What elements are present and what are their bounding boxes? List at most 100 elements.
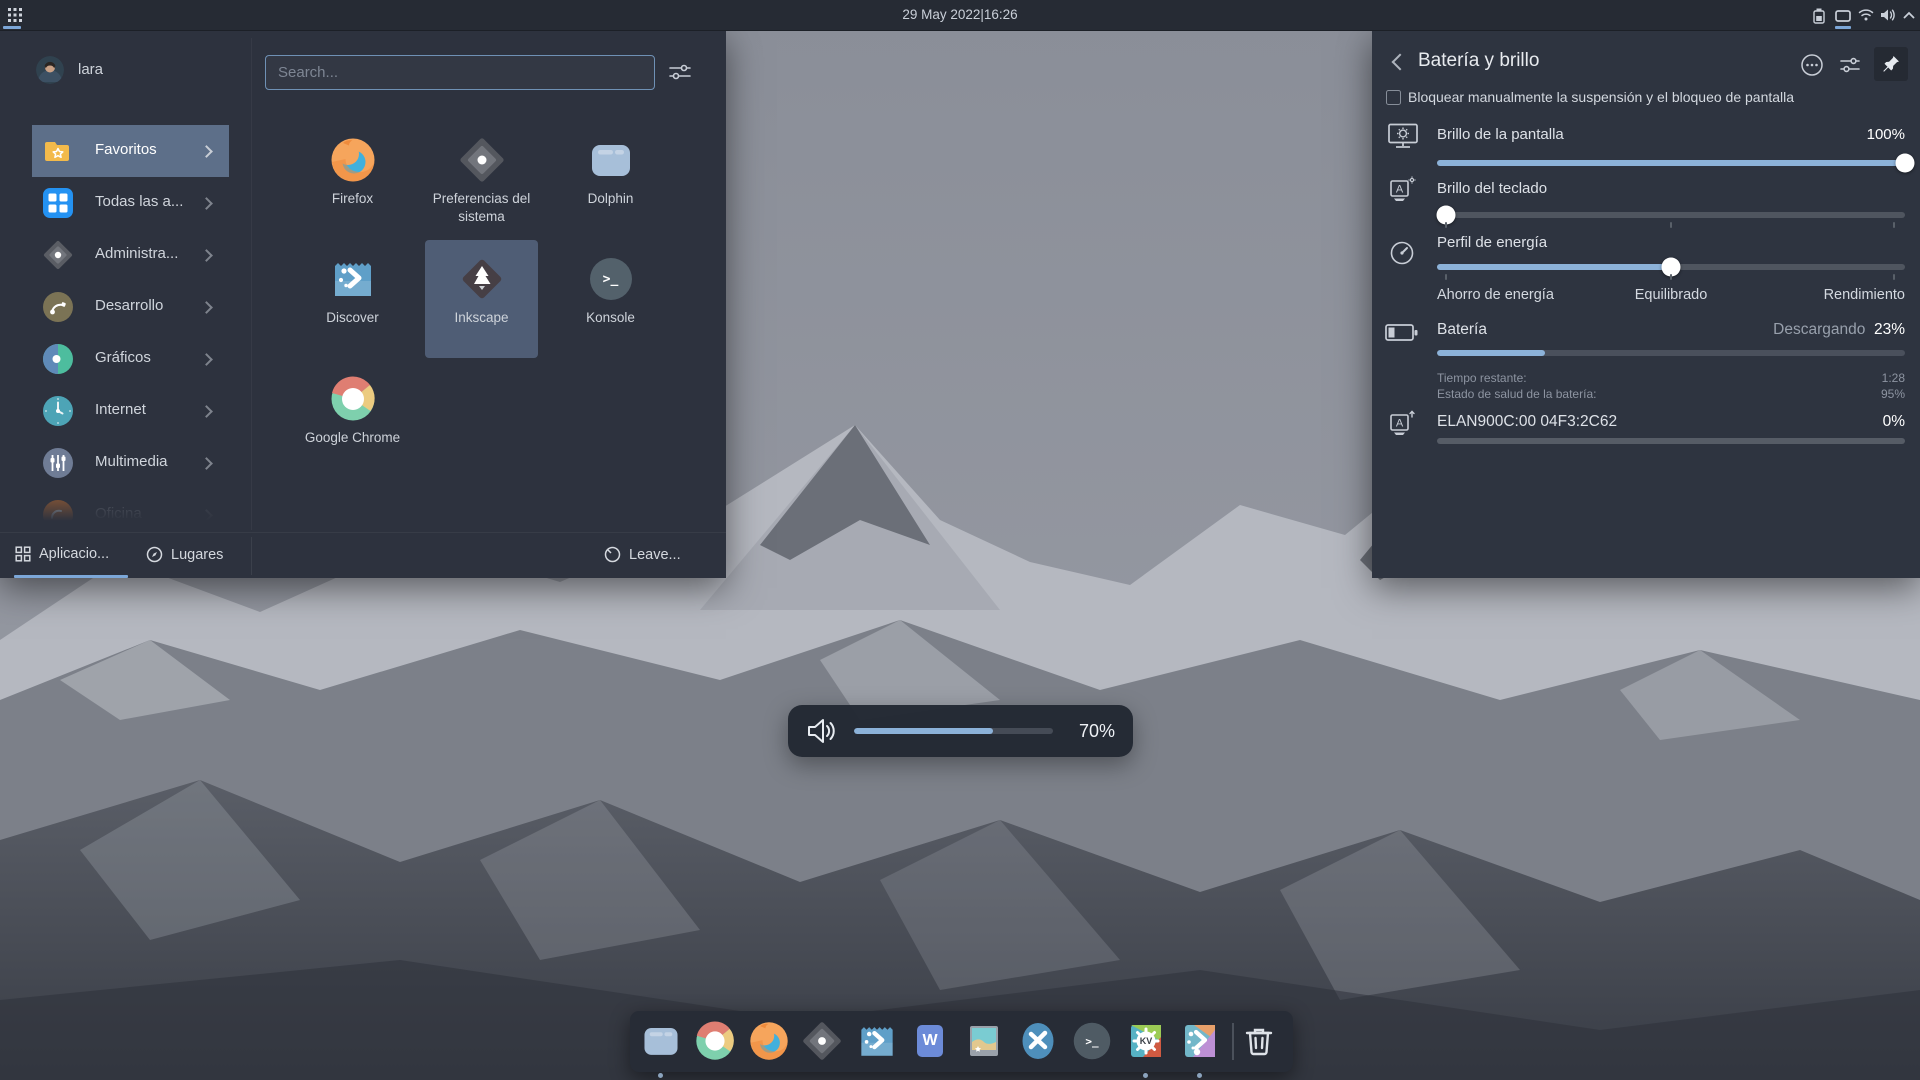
all-apps-grid-icon — [43, 188, 73, 218]
app-label: Firefox — [332, 190, 373, 208]
sidebar-item-internet[interactable]: Internet — [0, 385, 251, 437]
app-firefox[interactable]: Firefox — [296, 121, 409, 239]
ellipsis-circle-icon — [1800, 53, 1824, 77]
compass-icon — [146, 546, 163, 563]
battery-progress-fill — [1437, 350, 1545, 356]
sidebar-item-all-applications[interactable]: Todas las a... — [0, 177, 251, 229]
search-input[interactable] — [265, 55, 655, 90]
app-label: Google Chrome — [305, 429, 400, 447]
slider-tick — [1670, 222, 1672, 228]
avatar[interactable] — [36, 56, 64, 84]
system-settings-icon — [459, 137, 505, 183]
pin-icon — [1881, 54, 1901, 74]
tray-expand-caret-icon[interactable] — [1903, 11, 1915, 19]
vscode-icon — [1018, 1021, 1058, 1061]
sidebar-item-graphics[interactable]: Gráficos — [0, 333, 251, 385]
option-balanced[interactable]: Equilibrado — [1635, 287, 1708, 303]
display-tray-icon[interactable] — [1835, 10, 1851, 22]
favorites-folder-icon — [43, 136, 73, 166]
active-tab-underline — [14, 575, 128, 578]
lock-suspend-checkbox[interactable] — [1386, 90, 1401, 105]
configure-button[interactable] — [1839, 56, 1861, 74]
slider-handle[interactable] — [1896, 154, 1915, 173]
category-label: Internet — [95, 401, 146, 418]
battery-status: Descargando 23% — [1773, 321, 1905, 339]
leave-icon — [604, 546, 621, 563]
sidebar-item-development[interactable]: Desarrollo — [0, 281, 251, 333]
user-name: lara — [78, 61, 103, 78]
dock-item-firefox[interactable] — [749, 1021, 789, 1061]
configure-icon[interactable] — [668, 62, 692, 82]
slider-tick — [1893, 222, 1895, 228]
dock-item-dolphin[interactable] — [641, 1021, 681, 1061]
launcher-footer: Aplicacio... Lugares Leave... — [0, 532, 726, 579]
discover-icon — [330, 256, 376, 302]
app-label: Konsole — [586, 309, 635, 327]
inkscape-icon — [459, 256, 505, 302]
tab-applications[interactable]: Aplicacio... — [15, 546, 109, 562]
option-power-save[interactable]: Ahorro de energía — [1437, 287, 1554, 303]
applications-tab-icon — [15, 546, 31, 562]
dock-item-konsole[interactable]: >_ — [1072, 1021, 1112, 1061]
administration-icon — [43, 240, 73, 270]
app-dolphin[interactable]: Dolphin — [554, 121, 667, 239]
slider-fill — [1437, 264, 1671, 270]
keyboard-brightness-icon: A — [1389, 176, 1416, 203]
dock-item-paint-app[interactable] — [1180, 1021, 1220, 1061]
terminal-glyph: >_ — [588, 256, 634, 302]
application-launcher-button[interactable] — [4, 4, 26, 26]
pin-button[interactable] — [1874, 47, 1908, 81]
option-performance[interactable]: Rendimiento — [1824, 287, 1905, 303]
firefox-icon — [749, 1021, 789, 1061]
paint-app-icon — [1180, 1021, 1220, 1061]
tab-label: Lugares — [171, 547, 223, 563]
dock-item-image-viewer[interactable] — [964, 1021, 1004, 1061]
dock-item-writer[interactable]: W — [910, 1021, 950, 1061]
tab-places[interactable]: Lugares — [146, 546, 223, 563]
power-profile-slider[interactable] — [1437, 264, 1905, 270]
dock: W >_ — [630, 1011, 1293, 1072]
dock-item-google-chrome[interactable] — [695, 1021, 735, 1061]
keyboard-brightness-slider[interactable] — [1437, 212, 1905, 218]
peripheral-keyboard-icon: A — [1389, 410, 1416, 437]
sidebar-item-favorites[interactable]: Favoritos — [0, 125, 251, 177]
battery-status-text: Descargando — [1773, 321, 1865, 338]
internet-icon — [43, 396, 73, 426]
wifi-tray-icon[interactable] — [1858, 8, 1874, 21]
app-label: Discover — [326, 309, 379, 327]
app-konsole[interactable]: >_ Konsole — [554, 240, 667, 358]
chevron-right-icon — [200, 197, 213, 210]
battery-label: Batería — [1437, 321, 1487, 339]
battery-brightness-panel: Batería y brillo Bloquear manualmente la… — [1372, 30, 1920, 578]
dock-item-trash[interactable] — [1239, 1021, 1279, 1061]
battery-tray-icon[interactable] — [1813, 8, 1825, 24]
leave-button[interactable]: Leave... — [604, 546, 681, 563]
status-overflow-button[interactable] — [1800, 53, 1824, 77]
dock-item-code[interactable] — [1018, 1021, 1058, 1061]
footer-divider — [251, 537, 252, 575]
svg-text:A: A — [1396, 418, 1404, 430]
dock-item-system-settings[interactable] — [802, 1021, 842, 1061]
clock[interactable]: 29 May 2022|16:26 — [902, 7, 1017, 22]
volume-osd-track — [854, 728, 1053, 734]
app-label: Inkscape — [454, 309, 508, 327]
dock-item-kdenlive[interactable]: KV — [1126, 1021, 1166, 1061]
dock-item-discover[interactable] — [857, 1021, 897, 1061]
sidebar-item-administration[interactable]: Administra... — [0, 229, 251, 281]
app-system-settings[interactable]: Preferencias del sistema — [425, 121, 538, 239]
category-label: Favoritos — [95, 141, 157, 158]
app-discover[interactable]: Discover — [296, 240, 409, 358]
app-google-chrome[interactable]: Google Chrome — [296, 360, 409, 478]
volume-tray-icon[interactable] — [1880, 8, 1896, 22]
checkbox-label[interactable]: Bloquear manualmente la suspensión y el … — [1408, 89, 1794, 105]
screen-brightness-slider[interactable] — [1437, 160, 1905, 166]
dolphin-icon — [641, 1021, 681, 1061]
chevron-right-icon — [200, 405, 213, 418]
battery-health-value: 95% — [1881, 387, 1905, 401]
system-settings-icon — [802, 1021, 842, 1061]
terminal-glyph: >_ — [1072, 1021, 1112, 1061]
multimedia-icon — [43, 448, 73, 478]
app-inkscape[interactable]: Inkscape — [425, 240, 538, 358]
chevron-right-icon — [200, 457, 213, 470]
back-button[interactable] — [1392, 54, 1409, 71]
